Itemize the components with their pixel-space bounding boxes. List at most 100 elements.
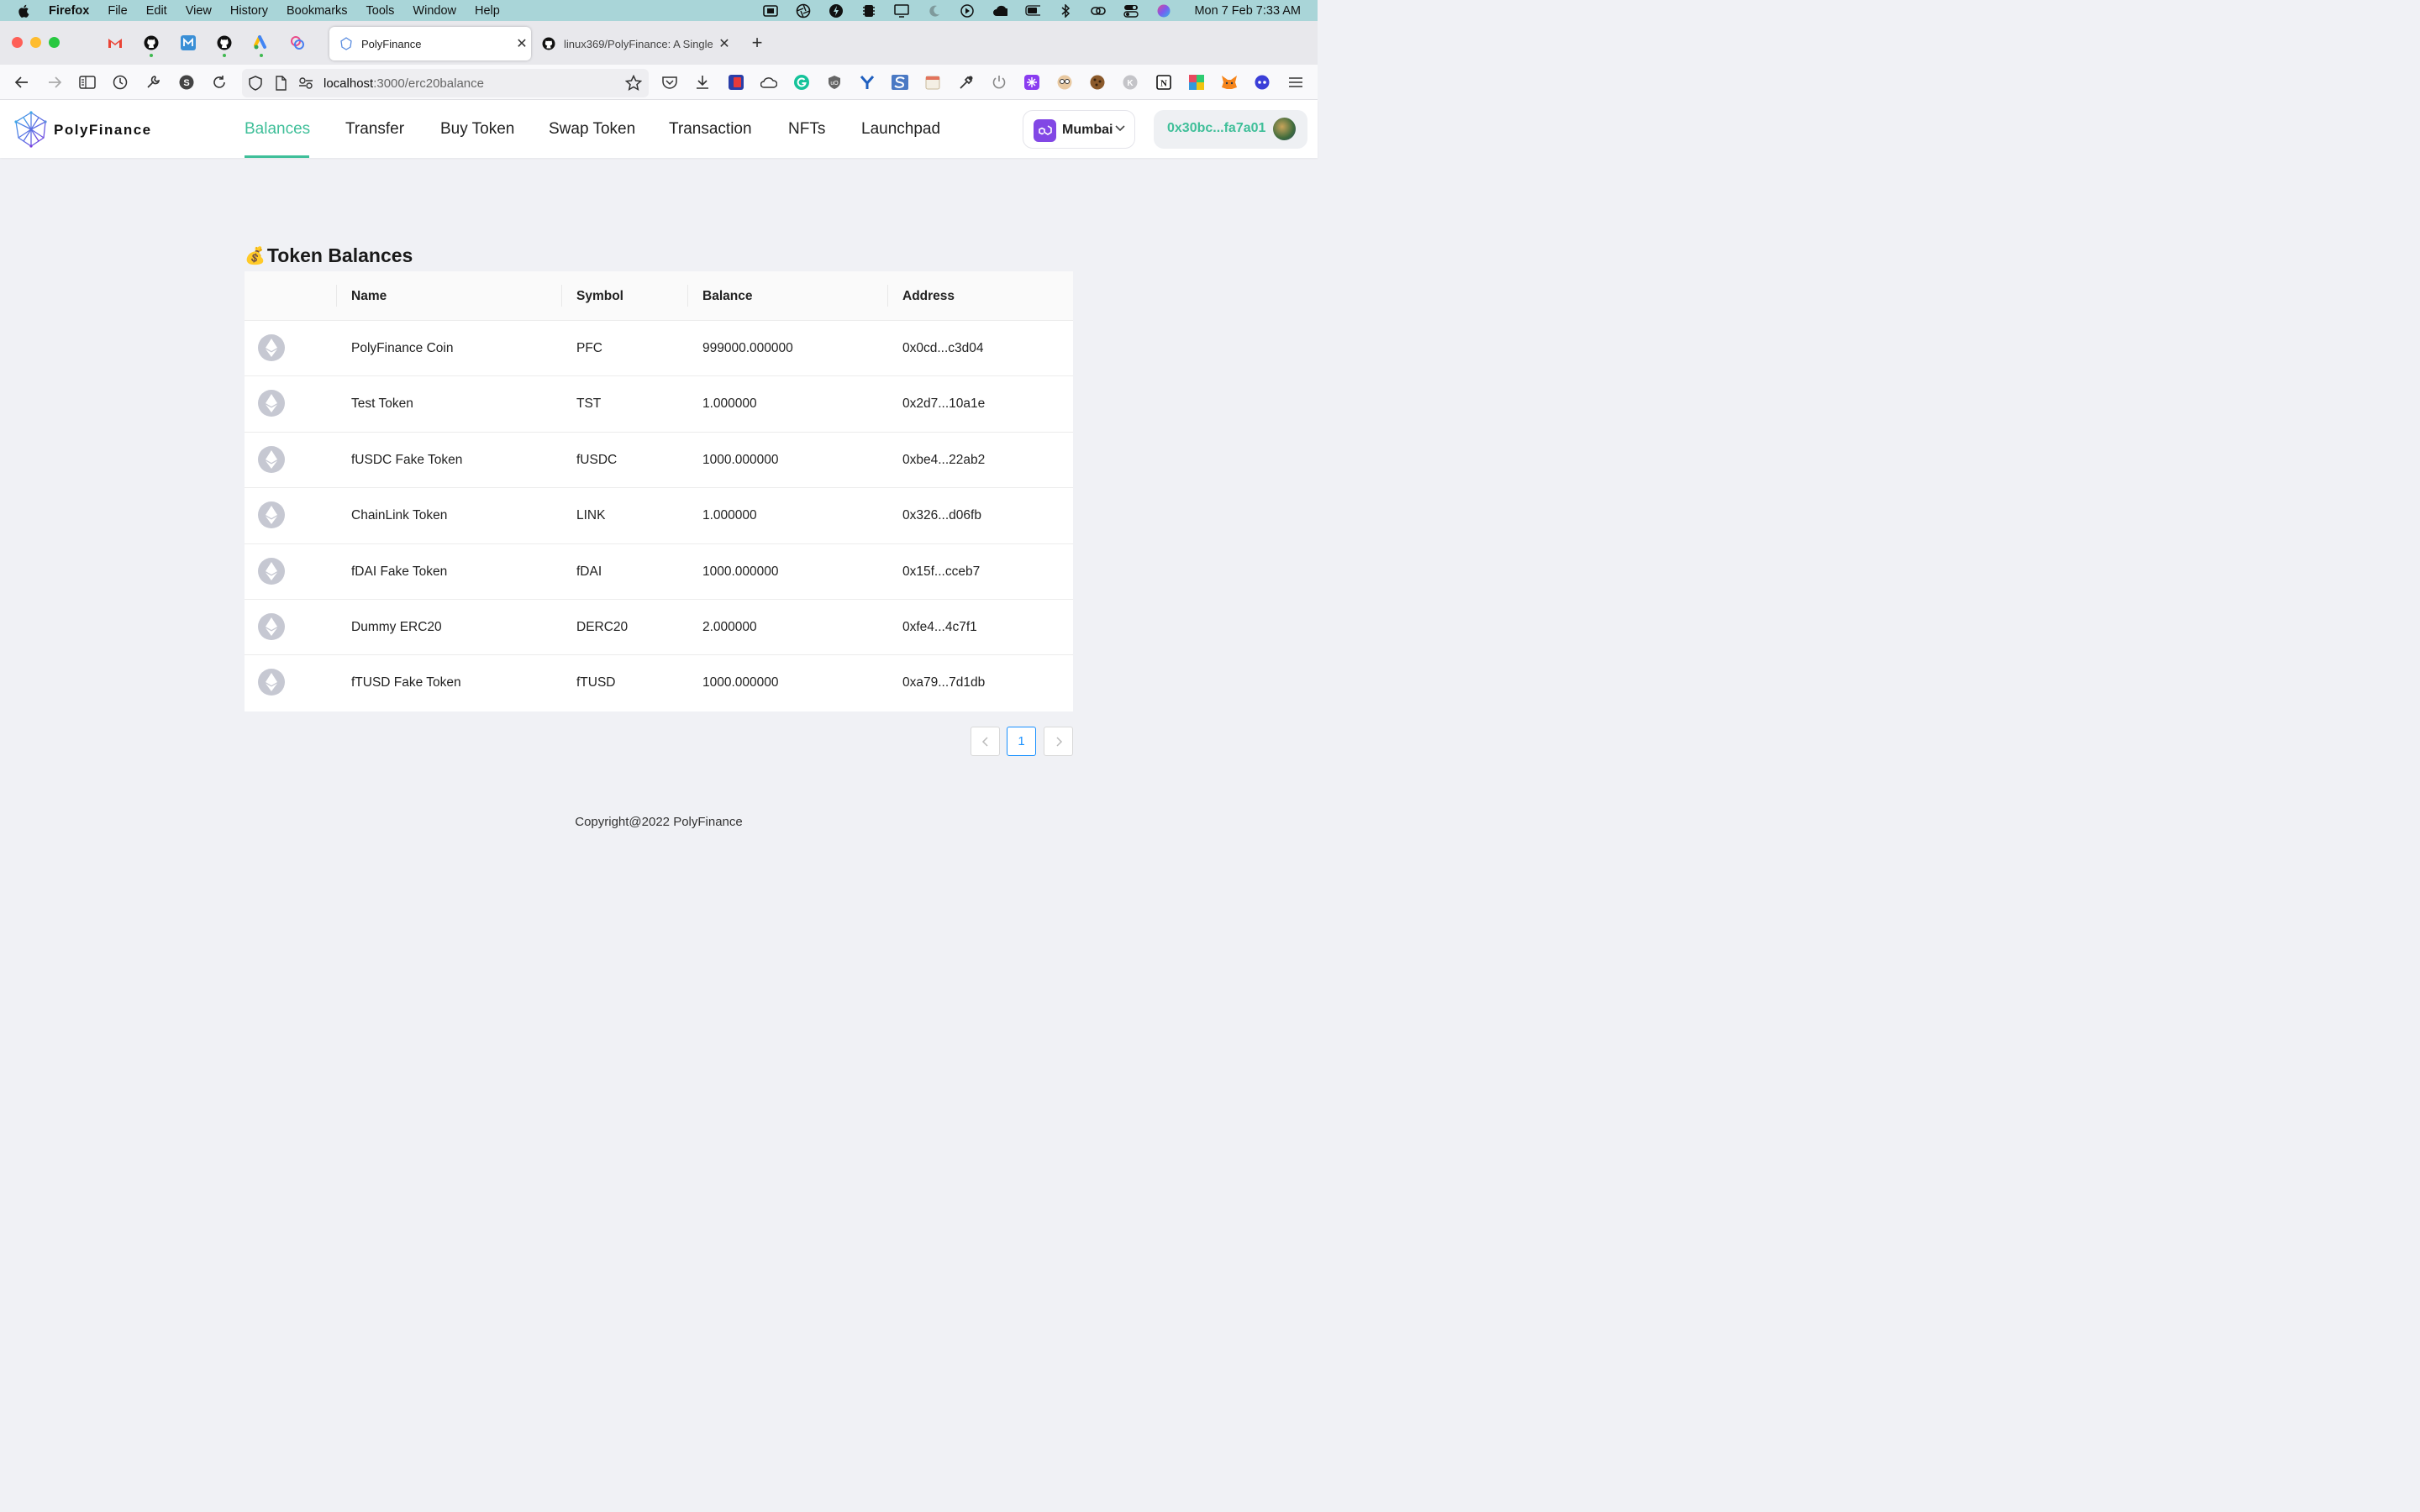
permissions-icon[interactable] — [297, 75, 314, 92]
page-info-icon[interactable] — [272, 75, 289, 92]
brand-name[interactable]: PolyFinance — [54, 122, 152, 139]
cookie-icon[interactable] — [1089, 74, 1106, 91]
colorful-app-icon[interactable] — [290, 35, 305, 50]
apple-icon[interactable] — [17, 3, 32, 18]
calendar-extension-icon[interactable] — [924, 74, 941, 91]
notion-icon[interactable]: N — [1155, 74, 1172, 91]
siri-icon[interactable] — [1156, 4, 1171, 17]
github-icon[interactable] — [144, 35, 159, 57]
cpu-icon[interactable] — [861, 4, 876, 17]
nav-transfer[interactable]: Transfer — [345, 120, 404, 139]
reload-icon[interactable] — [211, 74, 228, 91]
zoom-window-button[interactable] — [49, 37, 60, 48]
cloud-icon[interactable] — [992, 5, 1008, 17]
clock[interactable]: Mon 7 Feb 7:33 AM — [1194, 4, 1301, 18]
vpn-icon[interactable] — [829, 3, 844, 18]
table-row[interactable]: fUSDC Fake Token fUSDC 1000.000000 0xbe4… — [245, 432, 1073, 489]
bluetooth-icon[interactable] — [1058, 3, 1073, 18]
nav-transaction[interactable]: Transaction — [669, 120, 752, 139]
history-icon[interactable] — [112, 74, 129, 91]
minimize-window-button[interactable] — [30, 37, 41, 48]
control-center-icon[interactable] — [1123, 4, 1139, 18]
menu-bookmarks[interactable]: Bookmarks — [287, 4, 348, 18]
grammarly-icon[interactable] — [793, 74, 810, 91]
table-row[interactable]: PolyFinance Coin PFC 999000.000000 0x0cd… — [245, 321, 1073, 377]
medium-icon[interactable] — [181, 35, 196, 50]
google-ads-icon[interactable] — [254, 35, 269, 57]
ethereum-token-icon — [258, 334, 285, 361]
tab-polyfinance[interactable]: PolyFinance ✕ — [329, 27, 531, 60]
face-extension-icon[interactable] — [1056, 74, 1073, 91]
display-icon[interactable] — [894, 3, 910, 18]
table-row[interactable]: fDAI Fake Token fDAI 1000.000000 0x15f..… — [245, 543, 1073, 600]
url-text[interactable]: localhost:3000/erc20balance — [324, 76, 484, 91]
play-icon[interactable] — [960, 3, 975, 18]
menu-help[interactable]: Help — [475, 4, 500, 18]
cloud-extension-icon[interactable] — [760, 74, 777, 91]
wrench-icon[interactable] — [145, 74, 161, 91]
extension-red-icon[interactable] — [728, 74, 744, 91]
nav-swap-token[interactable]: Swap Token — [549, 120, 635, 139]
ublock-icon[interactable]: uO — [826, 74, 843, 91]
sidebar-icon[interactable] — [79, 74, 96, 91]
close-tab-icon-2[interactable]: ✕ — [715, 35, 734, 52]
tab-github-polyfinance[interactable]: linux369/PolyFinance: A Single D ✕ — [532, 27, 734, 60]
table-row[interactable]: Dummy ERC20 DERC20 2.000000 0xfe4...4c7f… — [245, 599, 1073, 656]
close-window-button[interactable] — [12, 37, 23, 48]
menu-view[interactable]: View — [186, 4, 212, 18]
gmail-icon[interactable] — [108, 35, 123, 50]
forward-icon[interactable] — [46, 74, 63, 91]
page-title: 💰 Token Balances — [245, 244, 413, 267]
metamask-icon[interactable] — [1221, 74, 1238, 91]
menu-tools[interactable]: Tools — [366, 4, 395, 18]
nav-launchpad[interactable]: Launchpad — [861, 120, 940, 139]
svg-text:uO: uO — [830, 81, 839, 87]
power-icon[interactable] — [991, 74, 1007, 91]
token-symbol: fUSDC — [576, 452, 618, 467]
url-bar[interactable]: localhost:3000/erc20balance — [242, 69, 649, 97]
purple-extension-icon[interactable] — [1023, 74, 1040, 91]
moon-icon[interactable] — [927, 5, 942, 17]
s-blue-extension-icon[interactable] — [892, 74, 908, 91]
back-icon[interactable] — [13, 74, 30, 91]
menu-history[interactable]: History — [230, 4, 268, 18]
nav-nfts[interactable]: NFTs — [788, 120, 825, 139]
k-extension-icon[interactable]: K — [1122, 74, 1139, 91]
new-tab-button[interactable]: + — [748, 34, 766, 52]
aperture-icon[interactable] — [796, 3, 811, 18]
table-row[interactable]: ChainLink Token LINK 1.000000 0x326...d0… — [245, 488, 1073, 544]
menu-file[interactable]: File — [108, 4, 127, 18]
downloads-icon[interactable] — [694, 74, 711, 91]
screen-recorder-icon[interactable] — [763, 4, 779, 17]
pagination-page-1[interactable]: 1 — [1007, 727, 1036, 756]
menu-app-name[interactable]: Firefox — [49, 4, 89, 18]
account-button[interactable]: 0x30bc...fa7a01 — [1154, 110, 1307, 149]
discord-like-icon[interactable] — [1254, 74, 1270, 91]
eyedropper-icon[interactable] — [958, 74, 975, 91]
token-address: 0xbe4...22ab2 — [902, 452, 986, 467]
table-row[interactable]: Test Token TST 1.000000 0x2d7...10a1e — [245, 376, 1073, 433]
table-row[interactable]: fTUSD Fake Token fTUSD 1000.000000 0xa79… — [245, 655, 1073, 711]
pagination-prev-button[interactable] — [971, 727, 1000, 756]
colorful-square-icon[interactable] — [1188, 74, 1205, 91]
hamburger-menu-icon[interactable] — [1287, 74, 1304, 91]
pagination-next-button[interactable] — [1044, 727, 1073, 756]
y-extension-icon[interactable] — [859, 74, 876, 91]
s-extension-icon[interactable]: S — [178, 74, 195, 91]
tracking-shield-icon[interactable] — [247, 75, 264, 92]
battery-icon[interactable] — [1025, 5, 1041, 17]
close-tab-icon[interactable]: ✕ — [513, 35, 531, 52]
network-selector[interactable]: Mumbai — [1023, 110, 1135, 149]
pocket-icon[interactable] — [661, 74, 678, 91]
column-divider — [687, 285, 688, 307]
polygon-icon — [1034, 119, 1056, 142]
menu-edit[interactable]: Edit — [146, 4, 167, 18]
polyfinance-logo-icon[interactable] — [13, 111, 49, 148]
nav-buy-token[interactable]: Buy Token — [440, 120, 514, 139]
bookmark-star-icon[interactable] — [625, 75, 642, 92]
github-icon-2[interactable] — [217, 35, 232, 57]
link-icon[interactable] — [1091, 5, 1107, 17]
nav-balances[interactable]: Balances — [245, 120, 310, 139]
menu-window[interactable]: Window — [413, 4, 456, 18]
token-name: Test Token — [351, 396, 413, 412]
